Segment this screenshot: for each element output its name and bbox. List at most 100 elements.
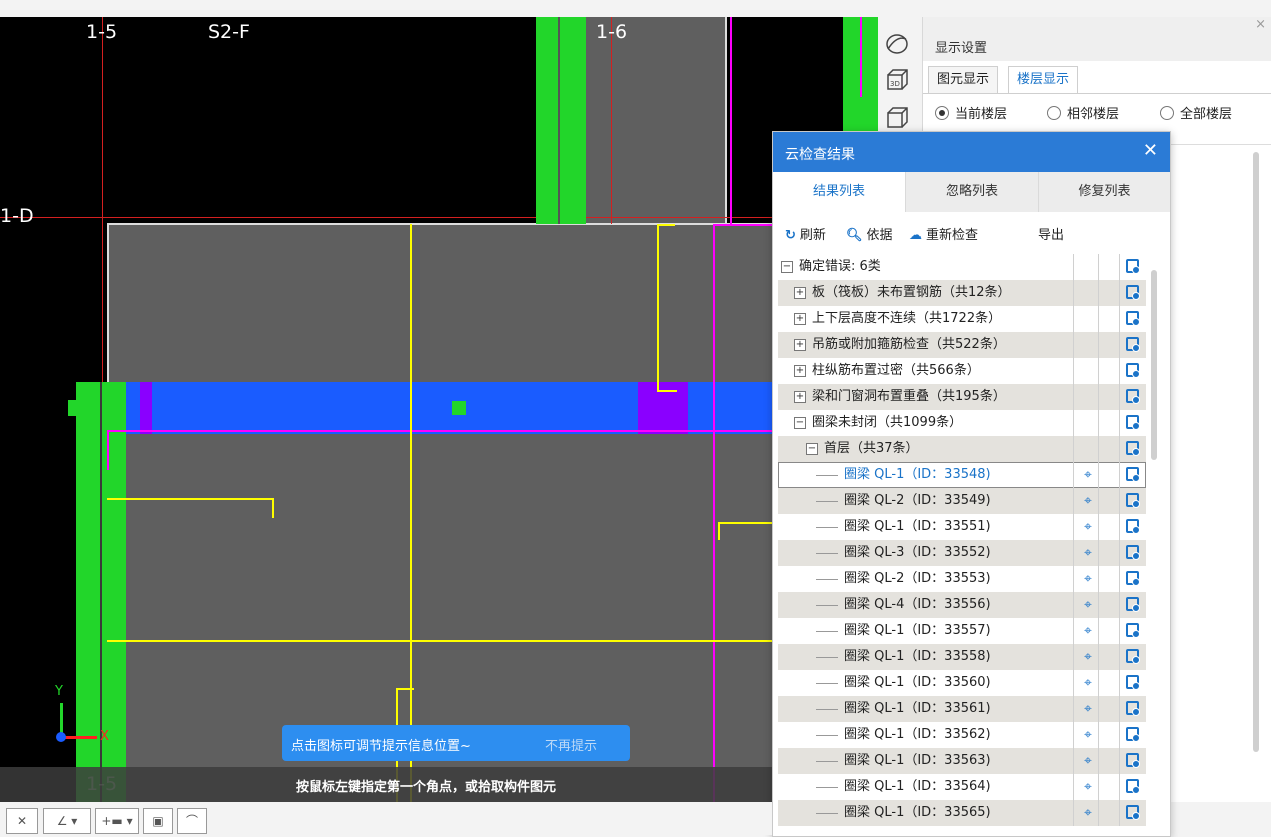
tree-node[interactable]: + 吊筋或附加箍筋检查（共522条）: [778, 332, 1146, 358]
close-icon[interactable]: ✕: [1143, 140, 1158, 161]
expand-icon[interactable]: +: [794, 365, 806, 377]
list-item[interactable]: 圈梁 QL-1（ID：33564) ⌖: [778, 774, 1146, 800]
tree-node[interactable]: − 确定错误: 6类: [778, 254, 1146, 280]
detail-doc-icon[interactable]: [1126, 623, 1140, 638]
3d-view-icon[interactable]: 3D: [884, 67, 910, 93]
tree-node[interactable]: + 上下层高度不连续（共1722条）: [778, 306, 1146, 332]
expand-icon[interactable]: +: [794, 391, 806, 403]
list-item[interactable]: 圈梁 QL-1（ID：33561) ⌖: [778, 696, 1146, 722]
locate-icon[interactable]: ⌖: [1078, 592, 1098, 618]
detail-doc-icon[interactable]: [1126, 597, 1140, 612]
locate-icon[interactable]: ⌖: [1078, 696, 1098, 722]
tree-node[interactable]: + 柱纵筋布置过密（共566条）: [778, 358, 1146, 384]
locate-icon[interactable]: ⌖: [1078, 462, 1098, 488]
detail-doc-icon[interactable]: [1126, 285, 1140, 300]
hint-tooltip[interactable]: 点击图标可调节提示信息位置~ 不再提示: [282, 725, 630, 761]
detail-doc-icon[interactable]: [1126, 441, 1140, 456]
detail-doc-icon[interactable]: [1126, 467, 1140, 482]
tab-ignore-list[interactable]: 忽略列表: [906, 172, 1039, 212]
export-button[interactable]: 导出: [1038, 224, 1064, 243]
locate-icon[interactable]: ⌖: [1078, 748, 1098, 774]
detail-doc-icon[interactable]: [1126, 779, 1140, 794]
result-scrollbar[interactable]: [1151, 270, 1157, 460]
radio-all-floors[interactable]: 全部楼层: [1160, 103, 1232, 122]
cad-canvas[interactable]: 1-5 S2-F 1-6 1-D 1-5 Y X: [0, 17, 878, 802]
box-view-icon[interactable]: [884, 105, 910, 131]
locate-icon[interactable]: ⌖: [1078, 514, 1098, 540]
list-item[interactable]: 圈梁 QL-2（ID：33553) ⌖: [778, 566, 1146, 592]
orbit-icon[interactable]: [884, 31, 910, 57]
angle-tool-icon[interactable]: ∠ ▾: [43, 808, 91, 834]
detail-doc-icon[interactable]: [1126, 649, 1140, 664]
detail-doc-icon[interactable]: [1126, 545, 1140, 560]
cross-select-icon[interactable]: ✕: [6, 808, 38, 834]
recheck-label: 重新检查: [926, 228, 979, 243]
locate-icon[interactable]: ⌖: [1078, 644, 1098, 670]
radio-adjacent-floor[interactable]: 相邻楼层: [1047, 103, 1119, 122]
panel-close-button[interactable]: ×: [1255, 17, 1266, 32]
list-item[interactable]: 圈梁 QL-1（ID：33557) ⌖: [778, 618, 1146, 644]
detail-doc-icon[interactable]: [1126, 805, 1140, 820]
locate-icon[interactable]: ⌖: [1078, 618, 1098, 644]
arc-tool-icon[interactable]: ⌒: [177, 808, 207, 834]
collapse-icon[interactable]: −: [781, 261, 793, 273]
tree-node[interactable]: + 梁和门窗洞布置重叠（共195条）: [778, 384, 1146, 410]
expand-icon[interactable]: +: [794, 339, 806, 351]
radio-button[interactable]: [1047, 106, 1061, 120]
list-item[interactable]: 圈梁 QL-1（ID：33560) ⌖: [778, 670, 1146, 696]
panel-scrollbar[interactable]: [1253, 152, 1259, 752]
locate-icon[interactable]: ⌖: [1078, 774, 1098, 800]
collapse-icon[interactable]: −: [806, 443, 818, 455]
offset-tool-icon[interactable]: +▬ ▾: [95, 808, 139, 834]
locate-icon[interactable]: ⌖: [1078, 540, 1098, 566]
detail-doc-icon[interactable]: [1126, 311, 1140, 326]
radio-button[interactable]: [935, 106, 949, 120]
locate-icon[interactable]: ⌖: [1078, 488, 1098, 514]
snapshot-icon[interactable]: ▣: [143, 808, 173, 834]
locate-icon[interactable]: ⌖: [1078, 800, 1098, 826]
expand-icon[interactable]: +: [794, 313, 806, 325]
tab-floor-display[interactable]: 楼层显示: [1008, 66, 1079, 94]
list-item[interactable]: 圈梁 QL-1（ID：33563) ⌖: [778, 748, 1146, 774]
tree-node[interactable]: − 首层（共37条）: [778, 436, 1146, 462]
detail-doc-icon[interactable]: [1126, 337, 1140, 352]
detail-doc-icon[interactable]: [1126, 727, 1140, 742]
tree-node[interactable]: + 板（筏板）未布置钢筋（共12条）: [778, 280, 1146, 306]
detail-doc-icon[interactable]: [1126, 415, 1140, 430]
locate-icon[interactable]: ⌖: [1078, 722, 1098, 748]
cell-divider: [1098, 670, 1099, 696]
list-item[interactable]: 圈梁 QL-1（ID：33565) ⌖: [778, 800, 1146, 826]
dont-show-again-link[interactable]: 不再提示: [545, 735, 597, 754]
tree-node[interactable]: − 圈梁未封闭（共1099条）: [778, 410, 1146, 436]
locate-icon[interactable]: ⌖: [1078, 670, 1098, 696]
collapse-icon[interactable]: −: [794, 417, 806, 429]
list-item[interactable]: 圈梁 QL-1（ID：33551) ⌖: [778, 514, 1146, 540]
detail-doc-icon[interactable]: [1126, 675, 1140, 690]
detail-doc-icon[interactable]: [1126, 259, 1140, 274]
radio-current-floor[interactable]: 当前楼层: [935, 103, 1007, 122]
detail-doc-icon[interactable]: [1126, 753, 1140, 768]
list-item[interactable]: 圈梁 QL-1（ID：33548) ⌖: [778, 462, 1146, 488]
detail-doc-icon[interactable]: [1126, 519, 1140, 534]
tab-element-display[interactable]: 图元显示: [928, 66, 999, 94]
list-item[interactable]: 圈梁 QL-3（ID：33552) ⌖: [778, 540, 1146, 566]
list-item[interactable]: 圈梁 QL-2（ID：33549) ⌖: [778, 488, 1146, 514]
list-item[interactable]: 圈梁 QL-1（ID：33558) ⌖: [778, 644, 1146, 670]
recheck-button[interactable]: ☁ 重新检查: [909, 224, 978, 243]
detail-doc-icon[interactable]: [1126, 571, 1140, 586]
basis-button[interactable]: 🔍︎ 依据: [846, 224, 893, 243]
refresh-button[interactable]: ↻ 刷新: [785, 224, 826, 243]
locate-icon[interactable]: ⌖: [1078, 566, 1098, 592]
detail-doc-icon[interactable]: [1126, 701, 1140, 716]
detail-doc-icon[interactable]: [1126, 493, 1140, 508]
expand-icon[interactable]: +: [794, 287, 806, 299]
detail-doc-icon[interactable]: [1126, 363, 1140, 378]
detail-doc-icon[interactable]: [1126, 389, 1140, 404]
tab-result-list[interactable]: 结果列表: [773, 172, 906, 212]
dialog-titlebar[interactable]: 云检查结果 ✕: [773, 132, 1170, 172]
list-item[interactable]: 圈梁 QL-4（ID：33556) ⌖: [778, 592, 1146, 618]
radio-button[interactable]: [1160, 106, 1174, 120]
list-item[interactable]: 圈梁 QL-1（ID：33562) ⌖: [778, 722, 1146, 748]
row-label: 圈梁 QL-1（ID：33565): [844, 805, 991, 820]
tab-repair-list[interactable]: 修复列表: [1039, 172, 1170, 212]
